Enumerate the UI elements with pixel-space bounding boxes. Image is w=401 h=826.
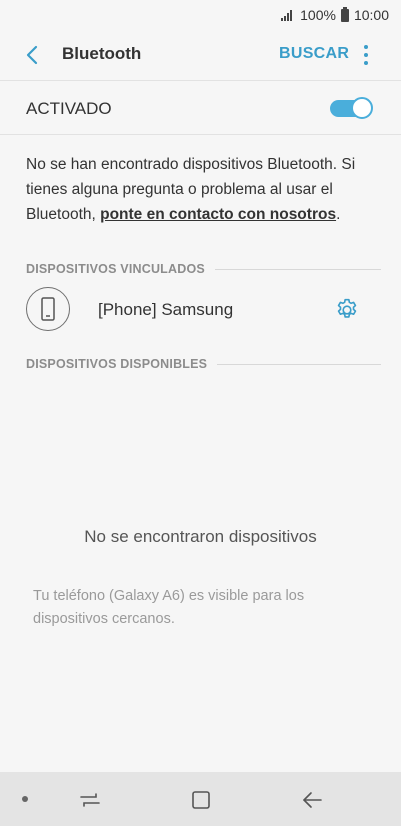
paired-device-item[interactable]: [Phone] Samsung: [0, 286, 401, 338]
nav-dot-indicator[interactable]: [22, 796, 28, 802]
info-text: No se han encontrado dispositivos Blueto…: [26, 156, 356, 223]
bluetooth-toggle-row[interactable]: ACTIVADO: [0, 82, 401, 134]
signal-icon: [281, 9, 295, 21]
device-settings-button[interactable]: [334, 297, 360, 323]
battery-percent: 100%: [300, 7, 336, 23]
home-icon: [192, 791, 210, 809]
toggle-label: ACTIVADO: [26, 99, 112, 118]
chevron-left-icon: [26, 45, 38, 65]
clock: 10:00: [353, 7, 389, 23]
no-devices-message: No se encontraron dispositivos: [84, 527, 317, 546]
divider: [0, 80, 401, 81]
contact-link[interactable]: ponte en contacto con nosotros: [100, 206, 336, 223]
device-avatar: [26, 287, 70, 331]
paired-devices-heading: DISPOSITIVOS VINCULADOS: [26, 262, 381, 276]
recents-icon: [80, 793, 100, 807]
page-title: Bluetooth: [62, 44, 142, 63]
nav-recents-button[interactable]: [76, 786, 104, 814]
device-name: [Phone] Samsung: [98, 300, 234, 319]
nav-back-button[interactable]: [298, 786, 326, 814]
visibility-message: Tu teléfono (Galaxy A6) es visible para …: [33, 588, 305, 627]
bluetooth-switch[interactable]: [330, 97, 373, 119]
app-bar: Bluetooth BUSCAR: [0, 30, 401, 80]
phone-icon: [41, 297, 55, 321]
more-options-button[interactable]: [356, 42, 376, 68]
available-devices-heading: DISPOSITIVOS DISPONIBLES: [26, 357, 381, 371]
gear-icon: [337, 298, 357, 318]
nav-home-button[interactable]: [187, 786, 215, 814]
back-arrow-icon: [303, 792, 322, 808]
more-vert-icon: [364, 45, 368, 49]
divider: [0, 134, 401, 135]
navigation-bar: [0, 772, 401, 826]
back-button[interactable]: [18, 42, 46, 68]
status-bar: 100% 10:00: [0, 0, 401, 30]
search-button[interactable]: BUSCAR: [279, 45, 349, 63]
battery-icon: [340, 6, 349, 22]
